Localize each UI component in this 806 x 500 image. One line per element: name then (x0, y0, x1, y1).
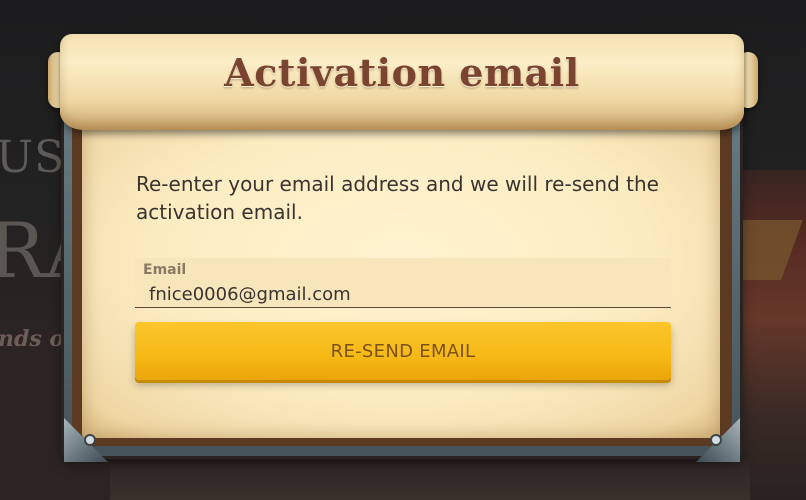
background-title-fragment: US (0, 132, 66, 183)
game-screen: US RA nds of Activation email Re-enter y… (0, 0, 806, 500)
frame-stud-right (712, 436, 720, 444)
dialog-title: Activation email (224, 50, 580, 95)
email-label: Email (143, 262, 187, 278)
dialog-message: Re-enter your email address and we will … (136, 172, 659, 224)
frame-stud-left (86, 436, 94, 444)
email-input[interactable] (143, 282, 659, 306)
resend-email-button[interactable]: RE-SEND EMAIL (135, 322, 671, 380)
email-field[interactable]: Email (135, 258, 671, 308)
background-rock-art (110, 452, 750, 500)
background-tagline-fragment: nds of (0, 326, 74, 352)
